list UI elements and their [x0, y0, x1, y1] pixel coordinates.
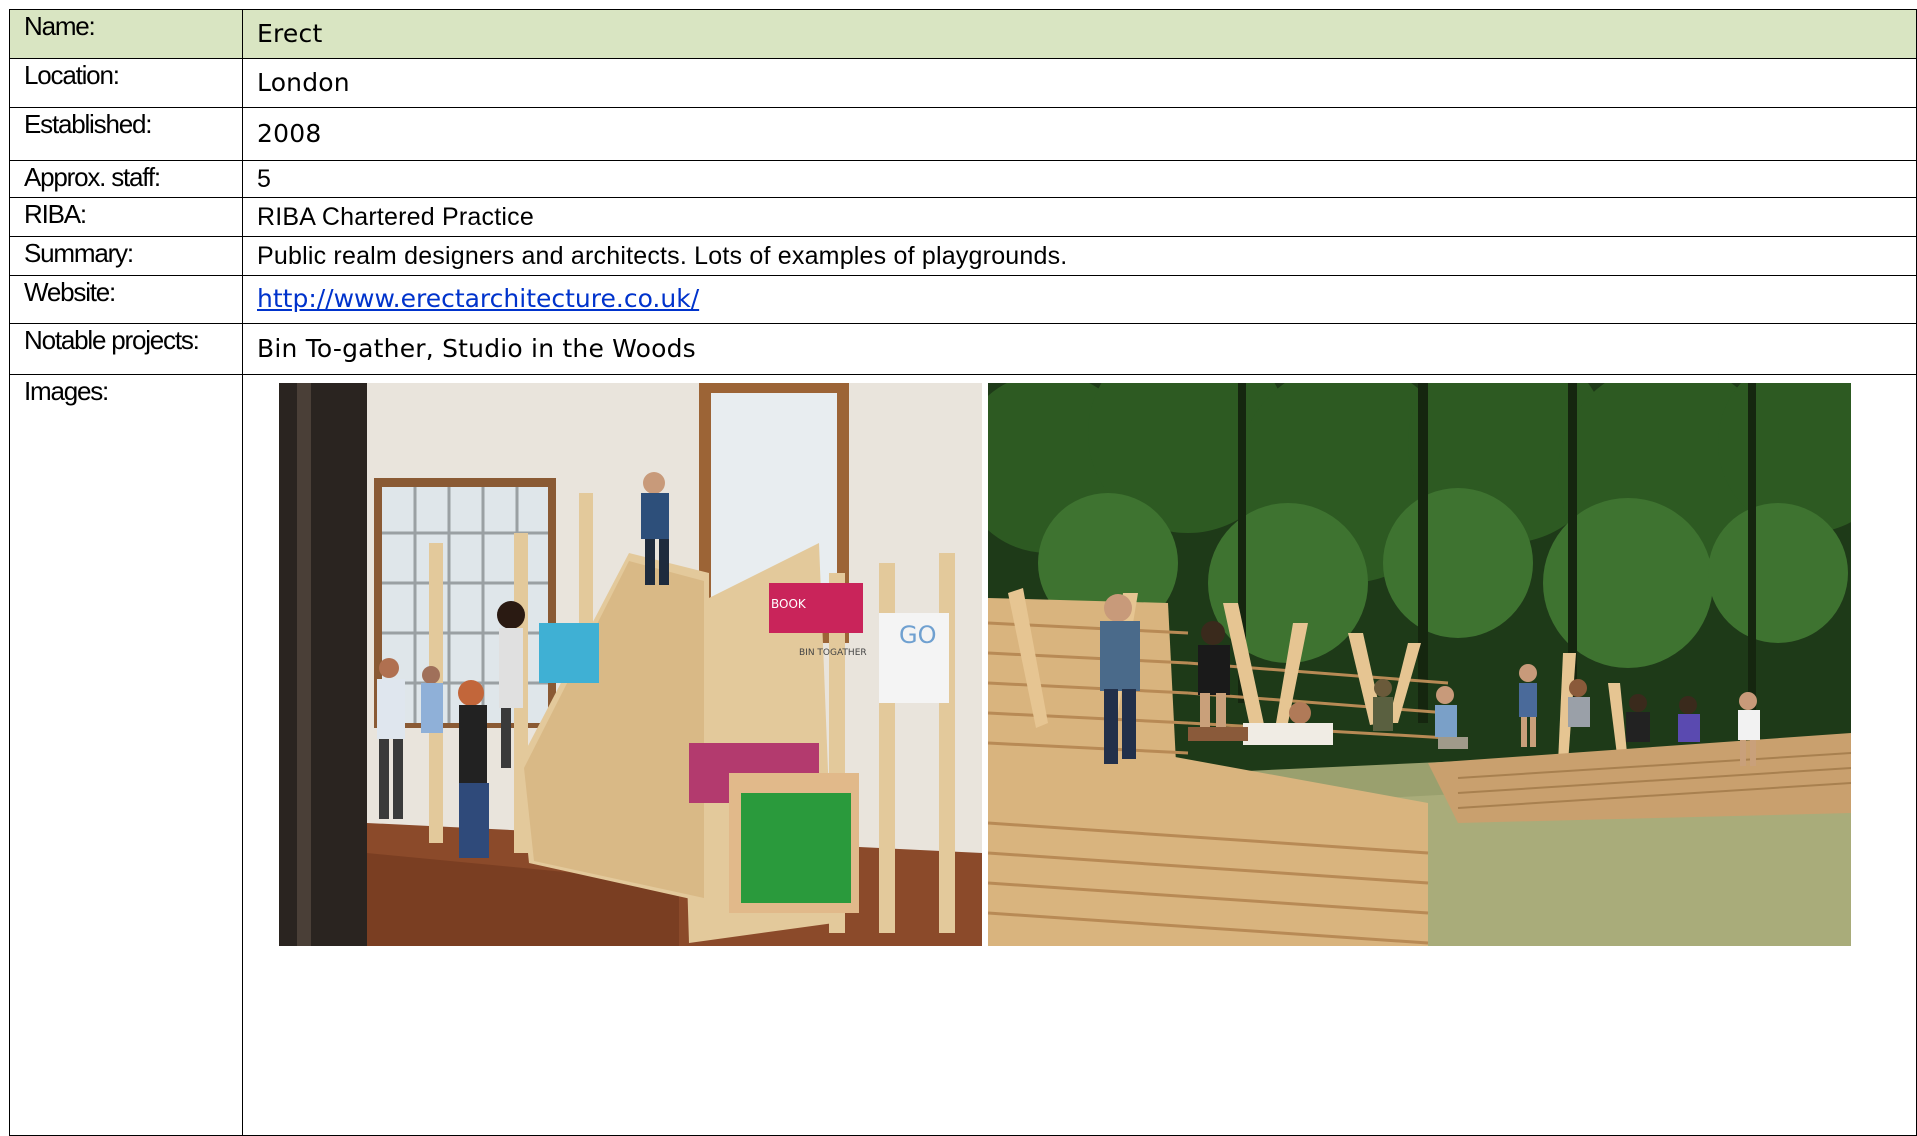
book-sign: BOOK: [771, 597, 807, 611]
staff-label: Approx. staff:: [9, 160, 243, 198]
go-sign: GO: [899, 621, 937, 649]
images-label: Images:: [9, 374, 243, 1136]
row-notable-projects: Notable projects: Bin To-gather, Studio …: [9, 323, 1917, 375]
row-established: Established: 2008: [9, 107, 1917, 161]
website-cell: http://www.erectarchitecture.co.uk/: [242, 275, 1917, 324]
staff-value: 5: [242, 160, 1917, 198]
row-name: Name: Erect: [9, 9, 1917, 59]
summary-value: Public realm designers and architects. L…: [242, 236, 1917, 276]
riba-value: RIBA Chartered Practice: [242, 197, 1917, 237]
row-staff: Approx. staff: 5: [9, 160, 1917, 198]
website-link[interactable]: http://www.erectarchitecture.co.uk/: [257, 284, 699, 313]
row-images: Images: GO BOOK BIN TOGATHER: [9, 374, 1917, 1136]
panel-sign: BIN TOGATHER: [799, 648, 867, 658]
studio-in-the-woods-photo: [988, 383, 1851, 946]
profile-table: Name: Erect Location: London Established…: [9, 9, 1917, 1136]
website-label: Website:: [9, 275, 243, 324]
notable-projects-value: Bin To-gather, Studio in the Woods: [242, 323, 1917, 375]
name-value: Erect: [242, 9, 1917, 59]
bin-to-gather-photo: GO BOOK BIN TOGATHER: [279, 383, 982, 946]
row-location: Location: London: [9, 58, 1917, 108]
row-riba: RIBA: RIBA Chartered Practice: [9, 197, 1917, 237]
established-label: Established:: [9, 107, 243, 161]
location-label: Location:: [9, 58, 243, 108]
row-website: Website: http://www.erectarchitecture.co…: [9, 275, 1917, 324]
name-label: Name:: [9, 9, 243, 59]
images-cell: GO BOOK BIN TOGATHER: [242, 374, 1917, 1136]
riba-label: RIBA:: [9, 197, 243, 237]
images-container: GO BOOK BIN TOGATHER: [244, 376, 1916, 1135]
summary-label: Summary:: [9, 236, 243, 276]
row-summary: Summary: Public realm designers and arch…: [9, 236, 1917, 276]
established-value: 2008: [242, 107, 1917, 161]
location-value: London: [242, 58, 1917, 108]
notable-projects-label: Notable projects:: [9, 323, 243, 375]
